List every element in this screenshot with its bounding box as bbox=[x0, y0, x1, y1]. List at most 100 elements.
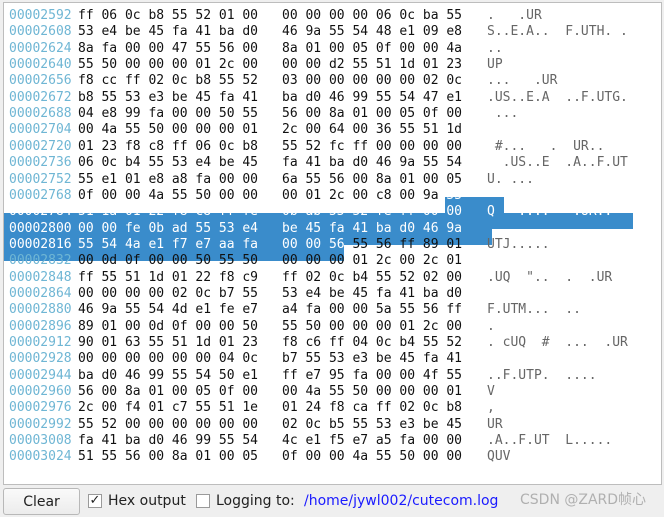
row-hex-group: b7 55 53 e3 be 45 fa 41 bbox=[282, 351, 463, 367]
row-address: 00002928 bbox=[9, 351, 72, 367]
log-path-link[interactable]: /home/jywl002/cutecom.log bbox=[304, 491, 498, 511]
row-hex-group: 0b ab 55 52 fe ff 00 00 bbox=[282, 204, 463, 220]
row-hex-group: 00 4a 55 50 00 00 00 01 bbox=[282, 384, 463, 400]
row-address: 00002592 bbox=[9, 8, 72, 23]
row-address: 00003008 bbox=[9, 433, 72, 449]
row-ascii: ... bbox=[487, 106, 519, 122]
row-ascii: UP bbox=[487, 57, 503, 73]
row-hex-group: 0f 00 00 4a 55 50 00 00 bbox=[282, 449, 463, 465]
row-hex-group: 06 0c b4 55 53 e4 be 45 bbox=[78, 155, 259, 171]
row-hex-group: 00 01 2c 00 c8 00 9a 55 bbox=[282, 187, 463, 203]
row-ascii: . bbox=[487, 318, 495, 334]
row-ascii: V bbox=[487, 384, 495, 400]
row-address: 00002832 bbox=[9, 253, 72, 269]
row-hex-group: 51 1a 01 22 f8 c8 ff fe bbox=[78, 204, 259, 220]
row-hex-group: 2c 00 64 00 36 55 51 1d bbox=[282, 122, 463, 138]
row-address: 00002864 bbox=[9, 285, 72, 301]
watermark: CSDN @ZARD帧心 bbox=[520, 492, 647, 508]
row-ascii: .UQ ".. . .UR bbox=[487, 269, 613, 285]
row-ascii: . cUQ # ... .UR bbox=[487, 335, 628, 350]
row-hex-group: ba d0 46 99 55 54 50 e1 bbox=[78, 367, 259, 383]
row-hex-group: 56 00 8a 01 00 05 0f 00 bbox=[78, 384, 259, 400]
row-address: 00002672 bbox=[9, 89, 72, 105]
row-address: 00003024 bbox=[9, 449, 72, 465]
row-hex-group: 55 50 00 00 00 01 2c 00 bbox=[78, 57, 259, 73]
row-ascii: S..E.A.. F.UTH. . bbox=[487, 24, 628, 40]
row-address: 00002640 bbox=[9, 57, 72, 73]
row-hex-group: 04 e8 99 fa 00 00 50 55 bbox=[78, 106, 259, 122]
row-hex-group: a4 fa 00 00 5a 55 56 ff bbox=[282, 302, 463, 318]
row-address: 00002656 bbox=[9, 73, 72, 89]
row-address: 00002688 bbox=[9, 106, 72, 122]
row-ascii: QUV bbox=[487, 449, 511, 465]
row-ascii: U. ... bbox=[487, 171, 534, 187]
row-address: 00002848 bbox=[9, 269, 72, 285]
row-address: 00002992 bbox=[9, 416, 72, 432]
row-hex-group: 01 23 f8 c8 ff 06 0c b8 bbox=[78, 138, 259, 154]
row-ascii: .US..E .A..F.UT bbox=[487, 155, 628, 171]
row-address: 00002608 bbox=[9, 24, 72, 40]
row-address: 00002704 bbox=[9, 122, 72, 138]
bottom-toolbar: Clear ✓ Hex output Logging to: /home/jyw… bbox=[0, 485, 664, 517]
check-icon: ✓ bbox=[89, 493, 101, 508]
row-hex-group: 00 00 00 00 06 0c ba 55 bbox=[282, 8, 463, 23]
row-ascii: .US..E.A ..F.UTG. bbox=[487, 89, 628, 105]
row-hex-group: b8 55 53 e3 be 45 fa 41 bbox=[78, 89, 259, 105]
row-hex-group: 46 9a 55 54 48 e1 09 e8 bbox=[282, 24, 463, 40]
row-ascii: .A..F.UT L..... bbox=[487, 433, 613, 449]
row-hex-group: 53 e4 be 45 fa 41 ba d0 bbox=[78, 24, 259, 40]
row-hex-group: 0f 00 00 4a 55 50 00 00 bbox=[78, 187, 259, 203]
row-address: 00002768 bbox=[9, 187, 72, 203]
row-hex-group: 03 00 00 00 00 00 02 0c bbox=[282, 73, 463, 89]
row-ascii: UR bbox=[487, 416, 503, 432]
logging-checkbox[interactable] bbox=[196, 494, 210, 508]
row-hex-group: 00 00 00 01 2c 00 2c 01 bbox=[282, 253, 463, 269]
row-address: 00002784 bbox=[9, 204, 72, 220]
row-address: 00002976 bbox=[9, 400, 72, 416]
row-ascii: , bbox=[487, 400, 495, 416]
row-ascii: Q ".... .UR.. bbox=[487, 204, 613, 220]
row-ascii: ... .UR bbox=[487, 73, 558, 89]
selected-byte: 55 bbox=[446, 187, 463, 203]
row-hex-group: 55 54 4a e1 f7 e7 aa fa bbox=[78, 236, 259, 252]
output-view[interactable]: 00002592 ff 06 0c b8 55 52 01 00 00 00 00 … bbox=[3, 2, 662, 485]
row-hex-group: 55 52 fc ff 00 00 00 00 bbox=[282, 138, 463, 154]
row-hex-group: ba d0 46 99 55 54 47 e1 bbox=[282, 89, 463, 105]
row-address: 00002944 bbox=[9, 367, 72, 383]
row-ascii: #... . UR.. bbox=[487, 138, 605, 154]
row-hex-group: 4c e1 f5 e7 a5 fa 00 00 bbox=[282, 433, 463, 449]
row-hex-group: 55 50 00 00 00 01 2c 00 bbox=[282, 318, 463, 334]
hex-output-checkbox[interactable]: ✓ bbox=[88, 494, 102, 508]
row-ascii: .. bbox=[487, 40, 503, 56]
row-hex-group: fa 41 ba d0 46 99 55 54 bbox=[78, 433, 259, 449]
row-address: 00002816 bbox=[9, 236, 72, 252]
logging-label: Logging to: bbox=[216, 493, 295, 509]
row-address: 00002736 bbox=[9, 155, 72, 171]
clear-button[interactable]: Clear bbox=[3, 488, 80, 515]
row-ascii: F.UTM... .. bbox=[487, 302, 581, 318]
row-hex-group: fa 41 ba d0 46 9a 55 54 bbox=[282, 155, 463, 171]
row-hex-group: 53 e4 be 45 fa 41 ba d0 bbox=[282, 285, 463, 301]
row-hex-group: ff 02 0c b4 55 52 02 00 bbox=[282, 269, 463, 285]
row-hex-group: 01 24 f8 ca ff 02 0c b8 bbox=[282, 400, 463, 416]
row-address: 00002960 bbox=[9, 384, 72, 400]
row-hex-group: 00 00 00 00 02 0c b7 55 bbox=[78, 285, 259, 301]
row-hex-group: 8a fa 00 00 47 55 56 00 bbox=[78, 40, 259, 56]
row-hex-group: ff e7 95 fa 00 00 4f 55 bbox=[282, 367, 463, 383]
row-hex-group: 00 00 fe 0b ad 55 53 e4 bbox=[78, 220, 259, 236]
row-address: 00002800 bbox=[9, 220, 72, 236]
row-hex-group: 00 0d 0f 00 00 50 55 50 bbox=[78, 253, 259, 269]
row-hex-group: ff 06 0c b8 55 52 01 00 bbox=[78, 8, 259, 23]
row-hex-group: 46 9a 55 54 4d e1 fe e7 bbox=[78, 302, 259, 318]
row-hex-group: 56 00 8a 01 00 05 0f 00 bbox=[282, 106, 463, 122]
row-hex-group: 8a 01 00 05 0f 00 00 4a bbox=[282, 40, 463, 56]
row-hex-group: 00 00 00 00 00 00 04 0c bbox=[78, 351, 259, 367]
hex-output-label: Hex output bbox=[108, 493, 186, 509]
row-hex-group: 90 01 63 55 51 1d 01 23 bbox=[78, 335, 259, 350]
row-ascii: . .UR bbox=[487, 8, 542, 23]
selected-bytes: 00 00 56 bbox=[282, 236, 345, 252]
row-address: 00002880 bbox=[9, 302, 72, 318]
row-hex-group: 55 e1 01 e8 a8 fa 00 00 bbox=[78, 171, 259, 187]
row-hex-group: 6a 55 56 00 8a 01 00 05 bbox=[282, 171, 463, 187]
row-hex-group: f8 c6 ff 04 0c b4 55 52 bbox=[282, 335, 463, 350]
